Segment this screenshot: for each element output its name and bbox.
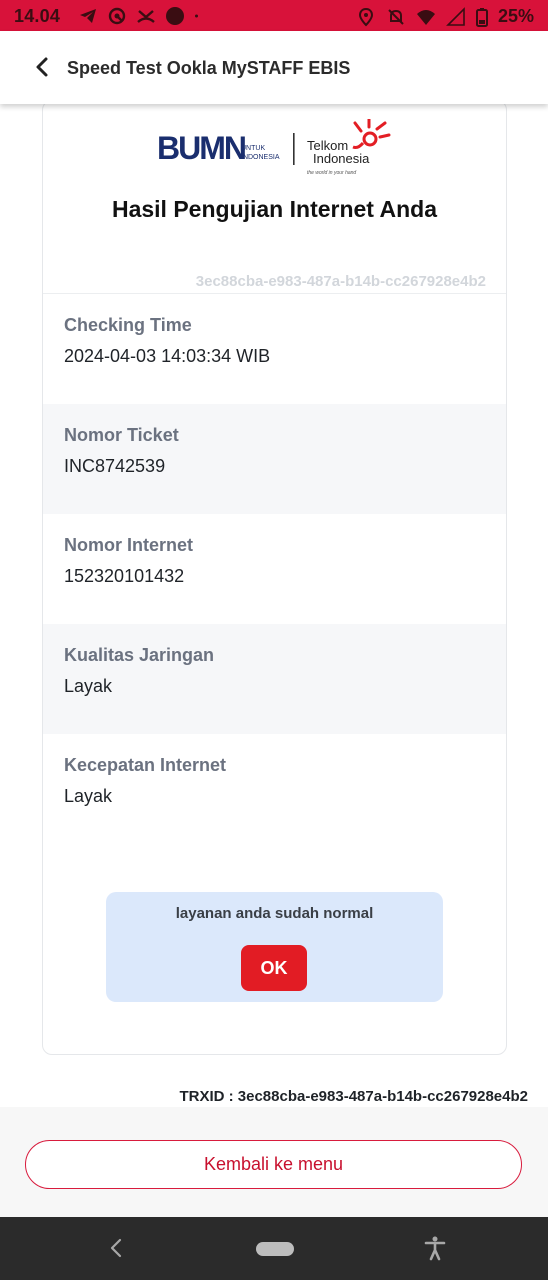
location-icon [358,7,373,26]
row-nomor-internet: Nomor Internet 152320101432 [43,514,506,624]
transaction-id: TRXID : 3ec88cba-e983-487a-b14b-cc267928… [179,1088,528,1105]
result-uuid: 3ec88cba-e983-487a-b14b-cc267928e4b2 [195,273,486,290]
dot-icon [195,14,198,18]
bottom-action-bar: Kembali ke menu [0,1107,548,1217]
bumn-telkom-logo: BUMN UNTUK INDONESIA Telkom Indonesia th… [157,119,391,176]
row-label: Nomor Internet [64,535,194,555]
status-time: 14.04 [14,6,61,26]
mute-icon [388,8,404,25]
row-nomor-ticket: Nomor Ticket INC8742539 [43,404,506,514]
chevron-left-icon [36,57,48,77]
status-right-icons: 25% [356,6,534,27]
svg-text:INDONESIA: INDONESIA [241,154,280,161]
radar-icon [108,7,126,25]
row-kecepatan-internet: Kecepatan Internet Layak [43,734,506,844]
svg-text:the world in your hand: the world in your hand [307,170,356,176]
signal-icon [446,6,465,26]
row-checking-time: Checking Time 2024-04-03 14:03:34 WIB [43,294,506,404]
row-value: 152320101432 [64,566,185,586]
app-icon [166,7,184,25]
row-value: INC8742539 [64,456,166,476]
app-bar-title: Speed Test Ookla MySTAFF EBIS [67,58,351,78]
bumn-logo-text: BUMN [157,130,245,166]
battery-percentage: 25% [497,6,534,26]
row-label: Kecepatan Internet [64,755,227,775]
telegram-icon [80,9,96,23]
row-value: 2024-04-03 14:03:34 WIB [64,346,271,366]
svg-text:Indonesia: Indonesia [313,151,370,166]
home-pill-icon[interactable] [256,1242,294,1256]
row-kualitas-jaringan: Kualitas Jaringan Layak [43,624,506,734]
accessibility-icon[interactable] [422,1235,448,1261]
status-bar: 14.04 25% [0,0,548,31]
svg-text:UNTUK: UNTUK [241,145,265,152]
row-label: Kualitas Jaringan [64,645,215,665]
missed-call-icon [137,10,155,23]
result-title: Hasil Pengujian Internet Anda [111,196,438,222]
result-card: BUMN UNTUK INDONESIA Telkom Indonesia th… [42,100,507,1055]
row-label: Nomor Ticket [64,425,179,445]
row-label: Checking Time [64,315,192,335]
back-icon[interactable] [104,1236,128,1260]
status-left-icons [78,6,204,26]
back-to-menu-button[interactable]: Kembali ke menu [25,1140,522,1189]
status-notice: layanan anda sudah normal OK [106,892,443,1002]
row-value: Layak [64,676,113,696]
ok-button[interactable]: OK [241,945,307,991]
back-button[interactable] [28,53,56,81]
app-bar: Speed Test Ookla MySTAFF EBIS [0,31,548,104]
row-value: Layak [64,786,113,806]
battery-icon [475,7,488,27]
system-nav-bar [0,1217,548,1280]
telkom-flower-icon [352,119,391,149]
wifi-icon [416,9,435,25]
notice-text: layanan anda sudah normal [175,905,374,922]
